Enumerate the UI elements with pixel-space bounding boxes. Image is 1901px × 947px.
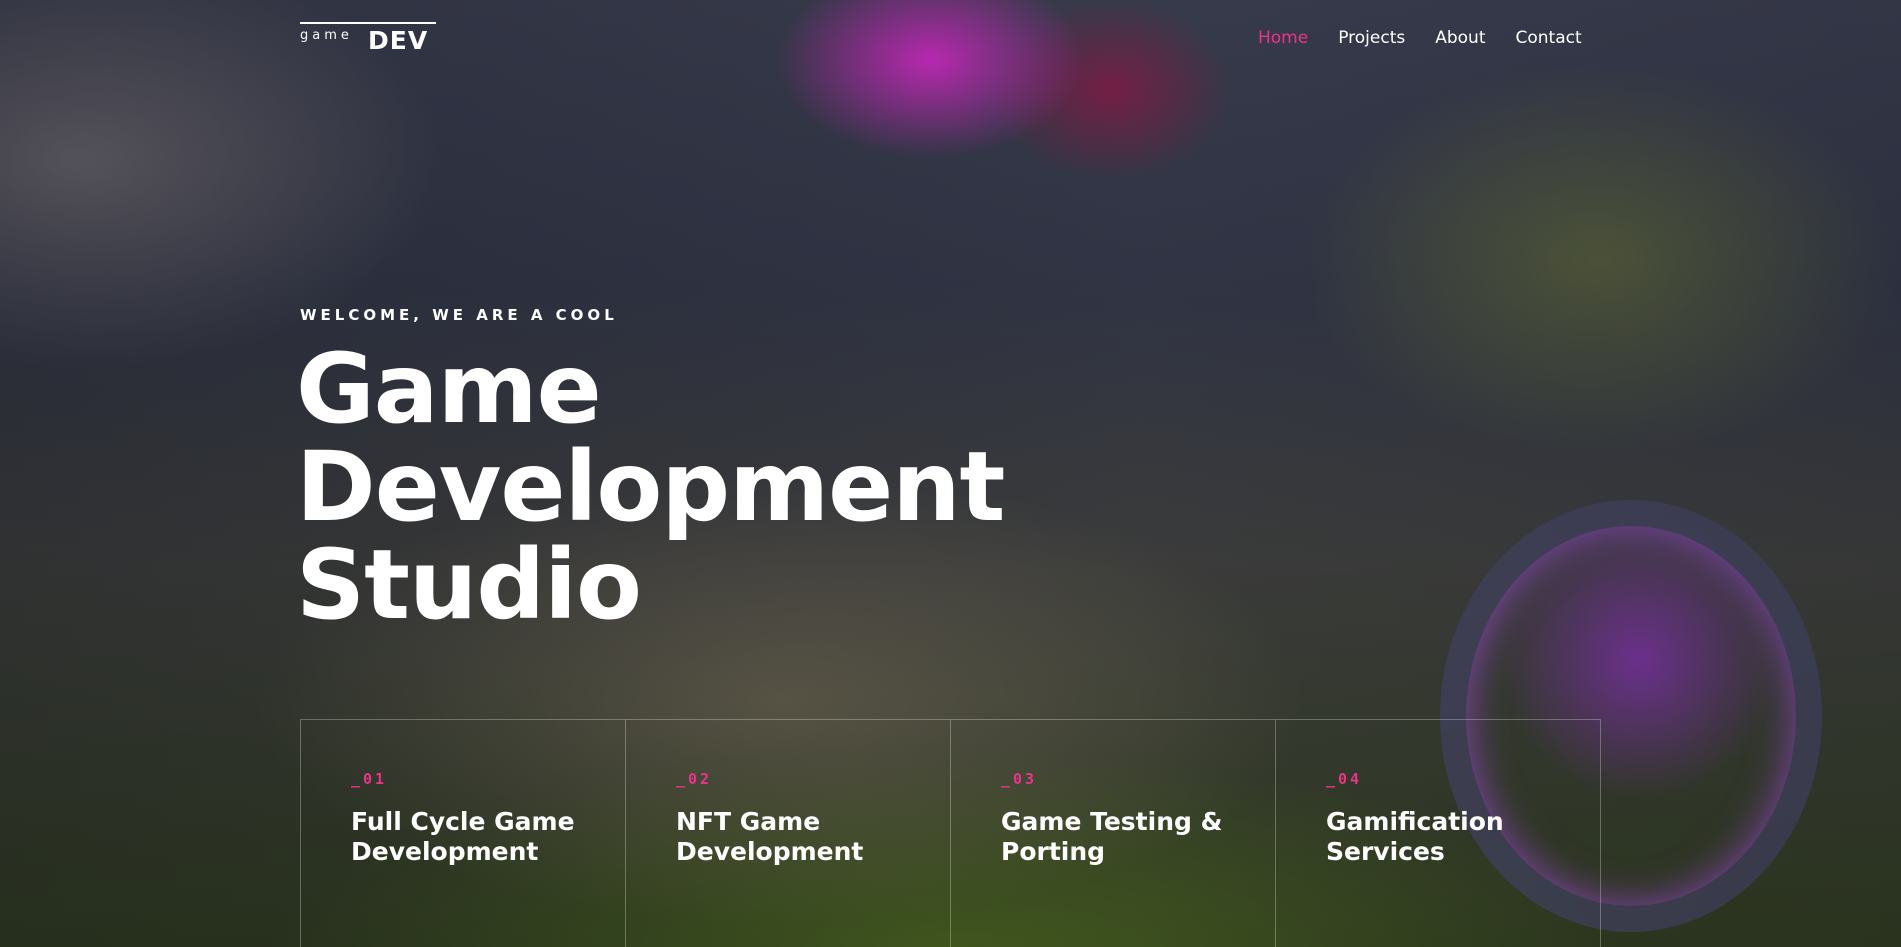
- nav-item-about[interactable]: About: [1435, 28, 1485, 48]
- logo-big-text: DEV: [368, 26, 429, 55]
- logo-small-text: game: [300, 28, 353, 43]
- service-number: _02: [676, 770, 713, 788]
- service-number: _03: [1001, 770, 1038, 788]
- service-title: Game Testing & Porting: [1001, 807, 1223, 866]
- services-grid: _01 Full Cycle Game Development _02 NFT …: [300, 719, 1601, 947]
- nav-item-home[interactable]: Home: [1258, 28, 1308, 48]
- logo[interactable]: game DEV: [300, 22, 436, 55]
- hero-eyebrow: WELCOME, WE ARE A COOL: [300, 306, 618, 324]
- hero-title-line-3: Studio: [296, 529, 642, 641]
- service-number: _01: [351, 770, 388, 788]
- hero-title-line-2: Development: [296, 431, 1005, 543]
- service-title: NFT Game Development: [676, 807, 864, 866]
- service-card-full-cycle[interactable]: _01 Full Cycle Game Development: [301, 720, 626, 947]
- hero-title-line-1: Game: [296, 333, 602, 445]
- hero-title: Game Development Studio: [296, 333, 1005, 641]
- service-card-gamification[interactable]: _04 Gamification Services: [1276, 720, 1600, 947]
- service-number: _04: [1326, 770, 1363, 788]
- service-title: Gamification Services: [1326, 807, 1504, 866]
- nav-item-contact[interactable]: Contact: [1516, 28, 1582, 48]
- logo-overline: [300, 22, 436, 24]
- service-card-nft[interactable]: _02 NFT Game Development: [626, 720, 951, 947]
- main-nav: Home Projects About Contact: [1258, 28, 1582, 48]
- nav-item-projects[interactable]: Projects: [1338, 28, 1405, 48]
- service-card-testing[interactable]: _03 Game Testing & Porting: [951, 720, 1276, 947]
- page: game DEV Home Projects About Contact WEL…: [0, 0, 1901, 947]
- service-title: Full Cycle Game Development: [351, 807, 575, 866]
